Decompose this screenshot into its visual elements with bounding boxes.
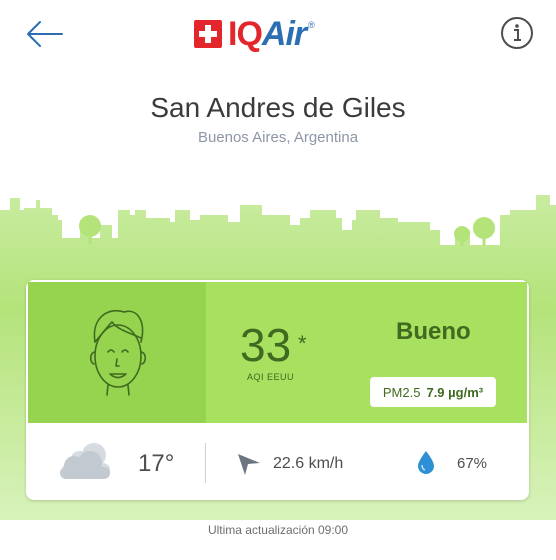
aqi-status: Bueno	[396, 318, 471, 345]
face-panel	[28, 282, 206, 423]
aqi-value: 33	[240, 319, 292, 371]
back-arrow-icon[interactable]	[24, 18, 64, 50]
weather-divider	[205, 443, 206, 483]
cloud-icon	[60, 443, 110, 479]
city-name: San Andres de Giles	[150, 92, 406, 123]
region-name: Buenos Aires, Argentina	[197, 129, 359, 146]
registered-mark: ®	[308, 20, 315, 30]
humidity-drop-icon	[418, 451, 434, 474]
info-icon[interactable]	[500, 16, 534, 50]
wind-direction-icon	[238, 454, 260, 475]
pollutant-badge[interactable]: PM2.5 7.9 µg/m³	[370, 377, 496, 407]
wind-speed: 22.6 km/h	[273, 455, 344, 472]
last-updated: Ultima actualización 09:00	[207, 523, 349, 537]
aqi-label: AQI EEUU	[247, 372, 295, 382]
face-icon	[89, 309, 147, 396]
pollutant-name: PM2.5	[382, 384, 421, 400]
aqi-asterisk: *	[298, 331, 307, 356]
iqair-logo: IQAir ®	[194, 14, 315, 53]
logo-wordmark: IQAir	[228, 14, 307, 53]
pollutant-concentration: 7.9 µg/m³	[426, 384, 484, 400]
temperature: 17°	[138, 450, 175, 477]
humidity: 67%	[457, 455, 488, 472]
swiss-flag-icon	[194, 20, 222, 48]
